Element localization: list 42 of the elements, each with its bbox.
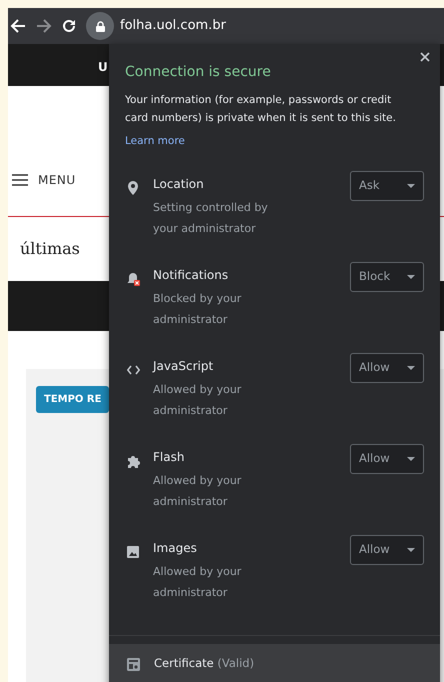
back-icon[interactable] (10, 19, 26, 33)
permission-dropdown[interactable]: Block (350, 262, 424, 292)
close-icon (420, 52, 430, 62)
permission-note: Setting controlled by your administrator (153, 200, 269, 237)
permission-dropdown[interactable]: Ask (350, 171, 424, 201)
permission-dropdown[interactable]: Allow (350, 444, 424, 474)
permission-name: Images (153, 540, 198, 557)
caret-icon (407, 184, 415, 188)
site-info-button[interactable] (86, 12, 114, 40)
popup-title: Connection is secure (125, 63, 272, 82)
caret-icon (407, 548, 415, 552)
permission-name: Location (153, 176, 205, 193)
reload-icon[interactable] (62, 19, 76, 33)
permission-name: JavaScript (153, 358, 214, 375)
menu-icon[interactable] (12, 174, 28, 186)
permission-note: Blocked by your administrator (153, 291, 242, 328)
security-description: Your information (for example, passwords or credit card numbers) is private when it is sent to this site. (125, 93, 397, 126)
menu-label[interactable]: MENU (38, 171, 76, 189)
permission-note: Allowed by your administrator (153, 564, 242, 601)
close-button[interactable] (420, 52, 430, 62)
certificate-icon (127, 658, 140, 670)
top-bar-text: U (98, 60, 108, 74)
permission-dropdown[interactable]: Allow (350, 535, 424, 565)
permission-dropdown[interactable]: Allow (350, 353, 424, 383)
caret-icon (407, 457, 415, 461)
section-title: últimas (20, 239, 80, 258)
permission-name: Flash (153, 449, 186, 466)
learn-more-link[interactable]: Learn more (125, 132, 185, 150)
forward-icon[interactable] (36, 19, 52, 33)
image-icon (127, 544, 140, 559)
tempo-real-tag: TEMPO RE (36, 386, 110, 413)
permission-note: Allowed by your administrator (153, 473, 242, 510)
puzzle-piece-icon (127, 454, 140, 468)
code-brackets-icon (127, 362, 140, 377)
permission-name: Notifications (153, 267, 230, 284)
permission-note: Allowed by your administrator (153, 382, 242, 419)
lock-icon (96, 20, 104, 32)
location-pin-icon (127, 180, 140, 195)
url-text[interactable]: folha.uol.com.br (120, 16, 226, 36)
caret-icon (407, 275, 415, 279)
certificate-row[interactable]: Certificate (Valid) (109, 644, 440, 682)
blocked-bell-icon (127, 272, 140, 286)
